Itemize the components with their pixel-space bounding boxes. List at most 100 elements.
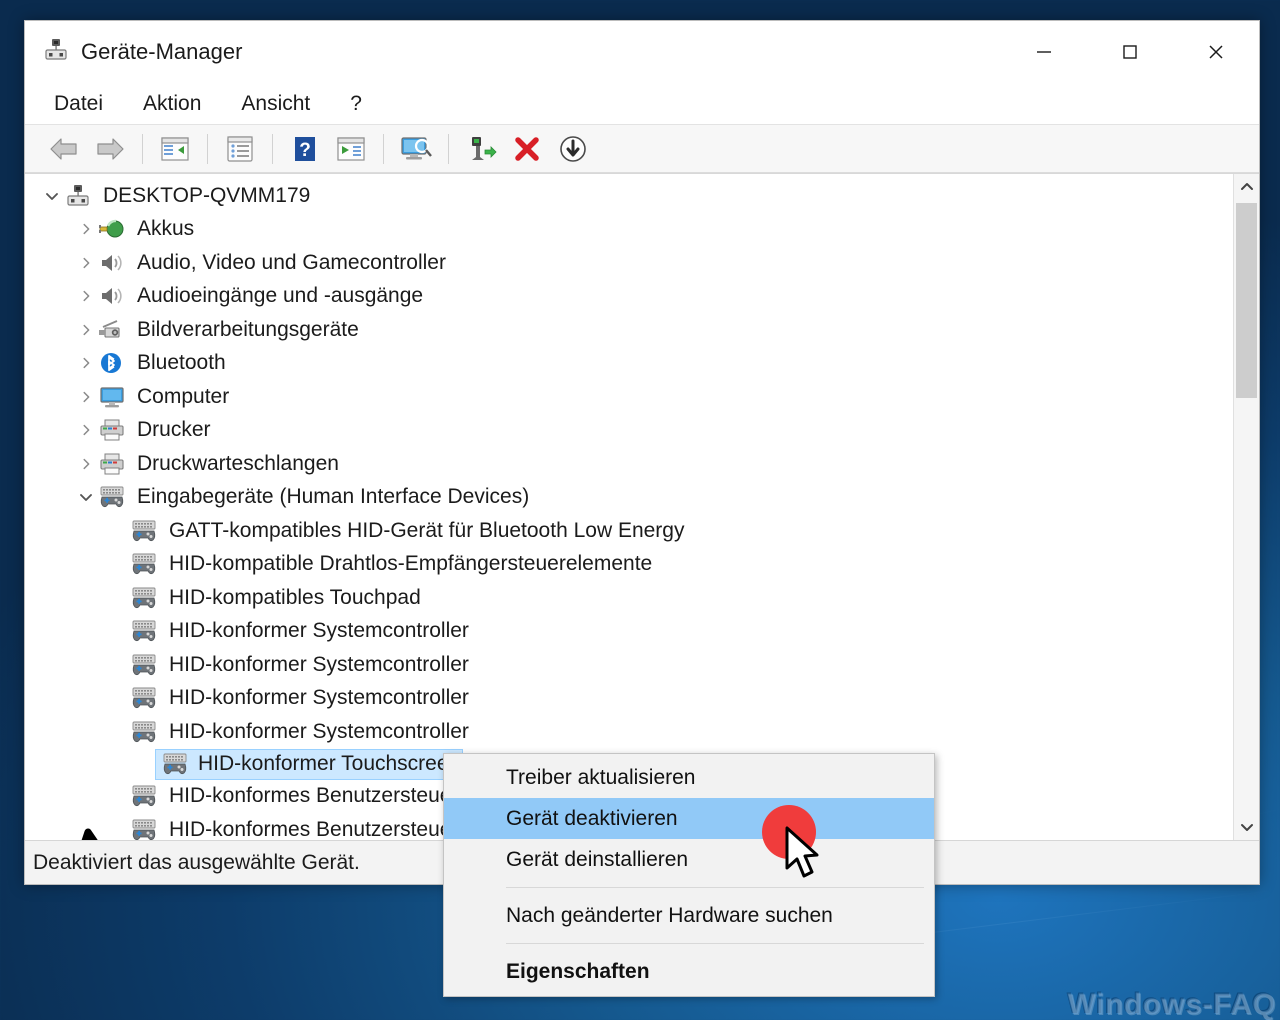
chevron-right-icon[interactable] [73, 323, 99, 337]
scan-hardware-changes-icon[interactable] [393, 129, 439, 169]
minimize-button[interactable] [1001, 21, 1087, 83]
maximize-button[interactable] [1087, 21, 1173, 83]
scrollbar-track[interactable] [1234, 200, 1259, 814]
ctx-properties[interactable]: Eigenschaften [444, 951, 934, 992]
hid-icon [131, 620, 165, 642]
hid-icon [131, 520, 165, 542]
hid-icon [131, 553, 165, 575]
tree-node-label: Computer [137, 384, 230, 408]
watermark: Windows-FAQ [1067, 988, 1276, 1020]
speaker-icon [99, 251, 133, 275]
tree-node-label: DESKTOP-QVMM179 [103, 183, 311, 207]
toolbar-separator [448, 133, 449, 164]
status-text: Deaktiviert das ausgewählte Gerät. [33, 850, 360, 874]
hid-icon [131, 654, 165, 676]
tree-node-device[interactable]: GATT-kompatibles HID-Gerät für Bluetooth… [25, 514, 1233, 548]
chevron-right-icon[interactable] [73, 222, 99, 236]
forward-icon[interactable] [87, 129, 133, 169]
tree-node-akkus[interactable]: Akkus [25, 213, 1233, 247]
tree-node-device[interactable]: HID-konformer Systemcontroller [25, 682, 1233, 716]
enable-device-icon[interactable] [458, 129, 504, 169]
tree-node-device[interactable]: HID-konformer Systemcontroller [25, 715, 1233, 749]
tree-node-device[interactable]: HID-kompatible Drahtlos-Empfängersteuere… [25, 548, 1233, 582]
window-title: Geräte-Manager [81, 39, 243, 64]
show-hide-console-tree-icon[interactable] [152, 129, 198, 169]
tree-node-device-selected[interactable]: HID-konformer Touchscreen [155, 748, 463, 780]
scroll-down-button[interactable] [1234, 814, 1259, 840]
tree-node-label: HID-konformer Systemcontroller [169, 686, 469, 710]
tree-node-root[interactable]: DESKTOP-QVMM179 [25, 179, 1233, 213]
device-tree[interactable]: DESKTOP-QVMM179 Akkus Audio, Video und G… [25, 174, 1233, 840]
monitor-icon [99, 385, 133, 409]
title-bar: Geräte-Manager [25, 21, 1259, 83]
printer-icon [99, 452, 133, 476]
tree-node-label: Eingabegeräte (Human Interface Devices) [137, 485, 530, 509]
tree-node-drucker[interactable]: Drucker [25, 414, 1233, 448]
tree-node-device[interactable]: HID-konformer Systemcontroller [25, 648, 1233, 682]
context-menu: Treiber aktualisieren Gerät deaktivieren… [443, 753, 935, 997]
hid-icon [131, 687, 165, 709]
chevron-right-icon[interactable] [73, 457, 99, 471]
tree-node-label: Audioeingänge und -ausgänge [137, 284, 424, 308]
tree-node-bluetooth[interactable]: Bluetooth [25, 347, 1233, 381]
menu-bar: Datei Aktion Ansicht ? [25, 83, 1259, 125]
properties-icon[interactable] [217, 129, 263, 169]
tree-vertical-scrollbar[interactable] [1233, 174, 1259, 840]
menu-hilfe[interactable]: ? [347, 90, 365, 118]
hid-icon [162, 753, 194, 775]
hid-icon [131, 587, 165, 609]
device-manager-icon [43, 37, 69, 68]
printer-icon [99, 418, 133, 442]
chevron-right-icon[interactable] [73, 390, 99, 404]
tree-node-label: Drucker [137, 418, 211, 442]
menu-ansicht[interactable]: Ansicht [238, 90, 313, 118]
ctx-uninstall-device[interactable]: Gerät deinstallieren [444, 839, 934, 880]
toolbar-separator [272, 133, 273, 164]
tree-node-label: Audio, Video und Gamecontroller [137, 250, 446, 274]
window-controls [1001, 21, 1259, 83]
tree-node-audio-io[interactable]: Audioeingänge und -ausgänge [25, 280, 1233, 314]
tree-node-label: HID-konformer Systemcontroller [169, 719, 469, 743]
tree-node-hid-category[interactable]: Eingabegeräte (Human Interface Devices) [25, 481, 1233, 515]
context-menu-separator [506, 887, 924, 888]
chevron-right-icon[interactable] [73, 423, 99, 437]
chevron-down-icon[interactable] [39, 188, 65, 204]
tree-content-area: DESKTOP-QVMM179 Akkus Audio, Video und G… [25, 173, 1259, 840]
uninstall-device-icon[interactable] [504, 129, 550, 169]
toolbar-separator [142, 133, 143, 164]
back-icon[interactable] [41, 129, 87, 169]
camera-icon [99, 318, 133, 342]
mouse-cursor-icon [784, 826, 826, 887]
ctx-update-driver[interactable]: Treiber aktualisieren [444, 757, 934, 798]
tree-node-audio-video[interactable]: Audio, Video und Gamecontroller [25, 246, 1233, 280]
tree-node-computer[interactable]: Computer [25, 380, 1233, 414]
scrollbar-thumb[interactable] [1236, 203, 1257, 398]
chevron-right-icon[interactable] [73, 356, 99, 370]
hid-icon [99, 486, 133, 508]
chevron-down-icon[interactable] [73, 489, 99, 505]
ctx-disable-device[interactable]: Gerät deaktivieren [444, 798, 934, 839]
toolbar: ? [25, 125, 1259, 173]
chevron-right-icon[interactable] [73, 289, 99, 303]
tree-node-label: Bluetooth [137, 351, 226, 375]
scroll-up-button[interactable] [1234, 174, 1259, 200]
help-icon[interactable]: ? [282, 129, 328, 169]
battery-icon [99, 217, 133, 241]
menu-datei[interactable]: Datei [51, 90, 106, 118]
hid-icon [131, 785, 165, 807]
menu-aktion[interactable]: Aktion [140, 90, 204, 118]
update-driver-icon[interactable] [328, 129, 374, 169]
disable-device-icon[interactable] [550, 129, 596, 169]
speaker-icon [99, 284, 133, 308]
tree-node-device[interactable]: HID-kompatibles Touchpad [25, 581, 1233, 615]
tree-node-label: HID-kompatibles Touchpad [169, 585, 421, 609]
tree-node-device[interactable]: HID-konformer Systemcontroller [25, 615, 1233, 649]
chevron-right-icon[interactable] [73, 256, 99, 270]
context-menu-separator [506, 943, 924, 944]
toolbar-separator [383, 133, 384, 164]
ctx-scan-hardware[interactable]: Nach geänderter Hardware suchen [444, 895, 934, 936]
toolbar-separator [207, 133, 208, 164]
close-button[interactable] [1173, 21, 1259, 83]
tree-node-imaging[interactable]: Bildverarbeitungsgeräte [25, 313, 1233, 347]
tree-node-print-queues[interactable]: Druckwarteschlangen [25, 447, 1233, 481]
